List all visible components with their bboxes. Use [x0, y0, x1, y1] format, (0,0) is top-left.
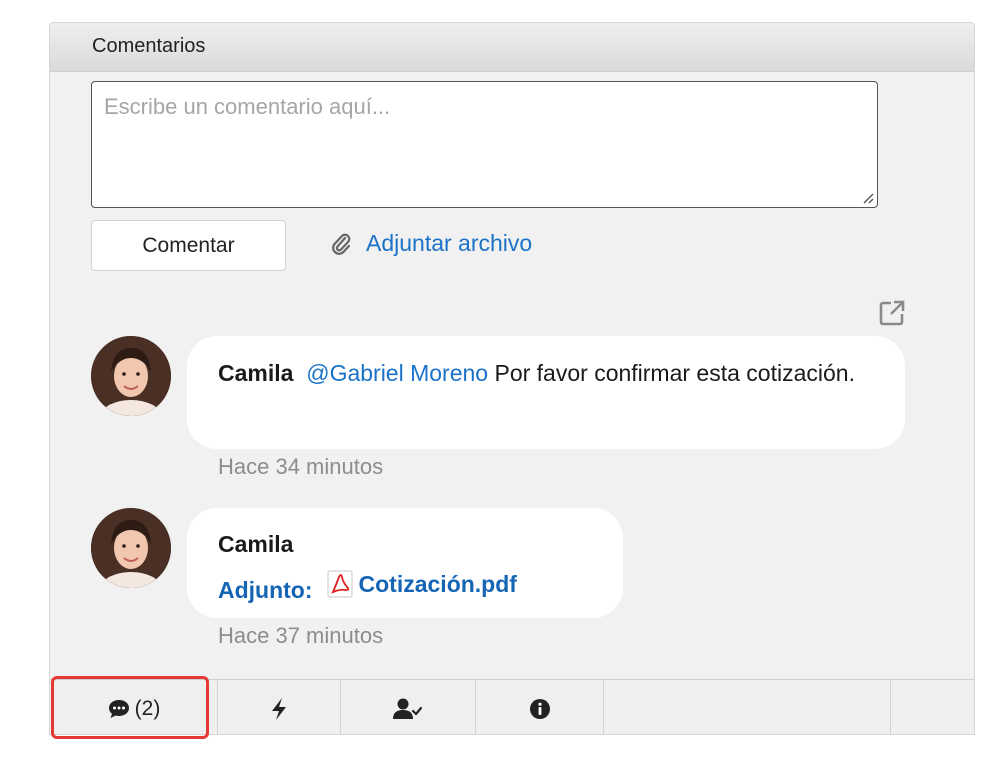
resize-grip-icon[interactable]: [860, 190, 874, 204]
panel-title: Comentarios: [92, 35, 206, 57]
comment-button[interactable]: Comentar: [91, 220, 286, 271]
paperclip-icon: [332, 233, 351, 255]
mention-link[interactable]: @Gabriel Moreno: [306, 360, 488, 386]
pdf-icon: [327, 570, 353, 598]
bottom-tab-bar: (2): [50, 679, 974, 734]
tab-comments[interactable]: (2): [50, 680, 218, 734]
avatar-photo-icon: [91, 508, 171, 588]
tab-activity[interactable]: [218, 680, 341, 734]
comment-timestamp: Hace 37 minutos: [218, 623, 384, 648]
panel-header: Comentarios: [50, 23, 974, 72]
attach-file-label: Adjuntar archivo: [366, 230, 533, 256]
avatar[interactable]: [91, 508, 171, 588]
comment-text: Por favor confirmar esta cotización.: [488, 360, 855, 386]
comment-count: (2): [134, 696, 161, 720]
tab-empty: [604, 680, 891, 734]
user-check-icon: [393, 698, 423, 719]
attach-file-link[interactable]: Adjuntar archivo: [330, 230, 532, 257]
avatar[interactable]: [91, 336, 171, 416]
comment-icon: [108, 699, 129, 718]
bolt-icon: [272, 697, 286, 720]
attachment-file-link[interactable]: Cotización.pdf: [313, 564, 517, 604]
comment-bubble: Camila @Gabriel Moreno Por favor confirm…: [187, 336, 905, 449]
attachment-file-name: Cotización.pdf: [358, 571, 517, 597]
comment-timestamp: Hace 34 minutos: [218, 454, 384, 479]
avatar-photo-icon: [91, 336, 171, 416]
tab-info[interactable]: [476, 680, 604, 734]
comment-input-box[interactable]: [91, 81, 878, 208]
open-external-icon[interactable]: [877, 298, 907, 328]
tab-assignees[interactable]: [341, 680, 476, 734]
comment-textarea[interactable]: [92, 82, 877, 207]
info-icon: [529, 698, 550, 719]
comment-author: Camila: [218, 531, 294, 557]
comments-panel: Comentarios Comentar Adjuntar archivo: [49, 22, 975, 735]
comment-author: Camila: [218, 360, 294, 386]
comment-bubble: Camila Adjunto: Cotización.pdf: [187, 508, 623, 618]
attachment-label: Adjunto:: [218, 577, 313, 603]
